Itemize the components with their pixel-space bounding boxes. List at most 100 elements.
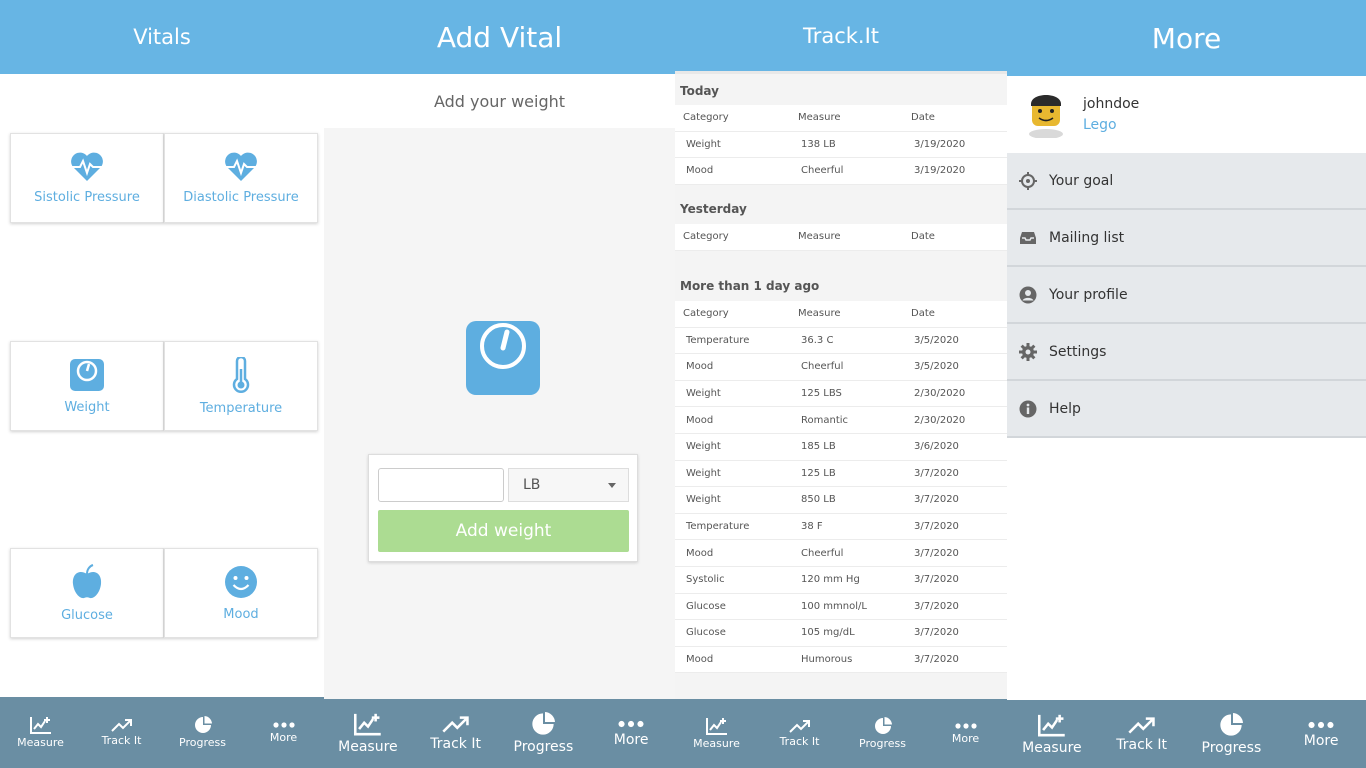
cell-measure: Cheerful (801, 547, 844, 559)
cell-date: 3/6/2020 (914, 441, 959, 453)
bottom-tabbar: Measure Track It Progress More (1007, 700, 1366, 768)
table-header: Category Measure Date (675, 105, 1007, 132)
cell-category: Mood (686, 361, 714, 373)
tab-label: More (269, 731, 298, 744)
tab-progress[interactable]: Progress (841, 699, 924, 768)
col-date: Date (911, 308, 935, 320)
cell-date: 3/7/2020 (914, 654, 959, 666)
cell-date: 3/19/2020 (914, 138, 966, 150)
tile-label: Mood (223, 606, 259, 622)
col-category: Category (683, 112, 729, 124)
cell-measure: 138 LB (801, 138, 836, 150)
tab-progress[interactable]: Progress (1187, 700, 1277, 768)
tile-weight[interactable]: Weight (10, 341, 164, 431)
today-table: Category Measure Date Weight 138 LB 3/19… (675, 105, 1007, 185)
cell-category: Weight (686, 441, 721, 453)
cell-category: Weight (686, 494, 721, 506)
tab-label: Measure (693, 737, 740, 750)
tab-track-it[interactable]: Track It (1097, 700, 1187, 768)
menu-item-your-goal[interactable]: Your goal (1007, 153, 1366, 210)
table-row[interactable]: Glucose 100 mmnol/L 3/7/2020 (675, 594, 1007, 621)
trend-up-icon (1127, 716, 1155, 734)
cell-category: Weight (686, 467, 721, 479)
cell-category: Mood (686, 414, 714, 426)
tile-glucose[interactable]: Glucose (10, 548, 164, 638)
col-measure: Measure (798, 112, 841, 124)
user-circle-icon (1019, 286, 1037, 303)
table-row[interactable]: Temperature 38 F 3/7/2020 (675, 514, 1007, 541)
tab-track-it[interactable]: Track It (758, 699, 841, 768)
page-title: Vitals (133, 25, 191, 49)
scale-icon (70, 358, 104, 391)
measure-chart-icon (705, 718, 727, 735)
pie-chart-icon (1220, 712, 1244, 736)
tab-measure[interactable]: Measure (675, 699, 758, 768)
table-header: Category Measure Date (675, 224, 1007, 251)
tab-label: More (1303, 732, 1339, 749)
tab-more[interactable]: More (587, 699, 675, 768)
bottom-tabbar: Measure Track It Progress More (324, 699, 675, 768)
smiley-icon (225, 565, 257, 598)
tile-temperature[interactable]: Temperature (164, 341, 318, 431)
cell-measure: 125 LBS (801, 388, 842, 400)
col-date: Date (911, 112, 935, 124)
tab-progress[interactable]: Progress (500, 699, 588, 768)
apple-icon (72, 563, 102, 598)
add-weight-form: LB Add weight (368, 454, 638, 562)
tile-mood[interactable]: Mood (164, 548, 318, 638)
page-title: Track.It (802, 23, 880, 48)
menu-item-label: Your profile (1049, 286, 1128, 303)
weight-input[interactable] (378, 468, 504, 502)
add-weight-subtitle: Add your weight (324, 74, 675, 128)
user-subtitle[interactable]: Lego (1083, 117, 1117, 133)
table-row[interactable]: Weight 850 LB 3/7/2020 (675, 487, 1007, 514)
table-row[interactable]: Mood Cheerful 3/5/2020 (675, 354, 1007, 381)
cell-category: Systolic (686, 574, 725, 586)
table-row[interactable]: Weight 138 LB 3/19/2020 (675, 132, 1007, 159)
tile-sistolic-pressure[interactable]: Sistolic Pressure (10, 133, 164, 223)
cell-date: 3/7/2020 (914, 494, 959, 506)
menu-item-settings[interactable]: Settings (1007, 324, 1366, 381)
col-measure: Measure (798, 231, 841, 243)
cell-measure: Humorous (801, 654, 853, 666)
table-row[interactable]: Weight 125 LB 3/7/2020 (675, 461, 1007, 488)
info-icon (1019, 400, 1037, 417)
cell-date: 3/7/2020 (914, 547, 959, 559)
tab-progress[interactable]: Progress (162, 697, 243, 768)
table-row[interactable]: Temperature 36.3 C 3/5/2020 (675, 328, 1007, 355)
add-vital-panel: Add Vital Add your weight LB Add weight … (324, 0, 675, 768)
tab-more[interactable]: More (243, 697, 324, 768)
table-row[interactable]: Mood Humorous 3/7/2020 (675, 647, 1007, 674)
tab-more[interactable]: More (1276, 700, 1366, 768)
more-dots-icon (618, 720, 644, 728)
tab-measure[interactable]: Measure (0, 697, 81, 768)
table-row[interactable]: Glucose 105 mg/dL 3/7/2020 (675, 620, 1007, 647)
tab-label: Progress (179, 736, 226, 749)
table-row[interactable]: Systolic 120 mm Hg 3/7/2020 (675, 567, 1007, 594)
tab-track-it[interactable]: Track It (412, 699, 500, 768)
menu-item-help[interactable]: Help (1007, 381, 1366, 438)
table-row[interactable]: Mood Cheerful 3/7/2020 (675, 540, 1007, 567)
tab-track-it[interactable]: Track It (81, 697, 162, 768)
add-weight-button[interactable]: Add weight (378, 510, 629, 552)
tile-diastolic-pressure[interactable]: Diastolic Pressure (164, 133, 318, 223)
tab-measure[interactable]: Measure (1007, 700, 1097, 768)
tab-label: Measure (338, 739, 398, 755)
profile-card[interactable]: johndoe Lego (1007, 76, 1366, 153)
tab-measure[interactable]: Measure (324, 699, 412, 768)
unit-select[interactable]: LB (508, 468, 629, 502)
table-row[interactable]: Weight 125 LBS 2/30/2020 (675, 381, 1007, 408)
cell-category: Glucose (686, 600, 726, 612)
scale-illustration (465, 320, 541, 401)
vitals-panel: Vitals Sistolic Pressure Diastolic Press… (0, 0, 324, 768)
cell-category: Weight (686, 138, 721, 150)
cell-date: 3/19/2020 (914, 165, 966, 177)
menu-item-mailing-list[interactable]: Mailing list (1007, 210, 1366, 267)
table-row[interactable]: Mood Cheerful 3/19/2020 (675, 158, 1007, 185)
tab-more[interactable]: More (924, 699, 1007, 768)
menu-item-label: Your goal (1049, 172, 1114, 189)
table-row[interactable]: Mood Romantic 2/30/2020 (675, 407, 1007, 434)
table-row[interactable]: Weight 185 LB 3/6/2020 (675, 434, 1007, 461)
tab-label: Track It (430, 736, 481, 752)
menu-item-your-profile[interactable]: Your profile (1007, 267, 1366, 324)
